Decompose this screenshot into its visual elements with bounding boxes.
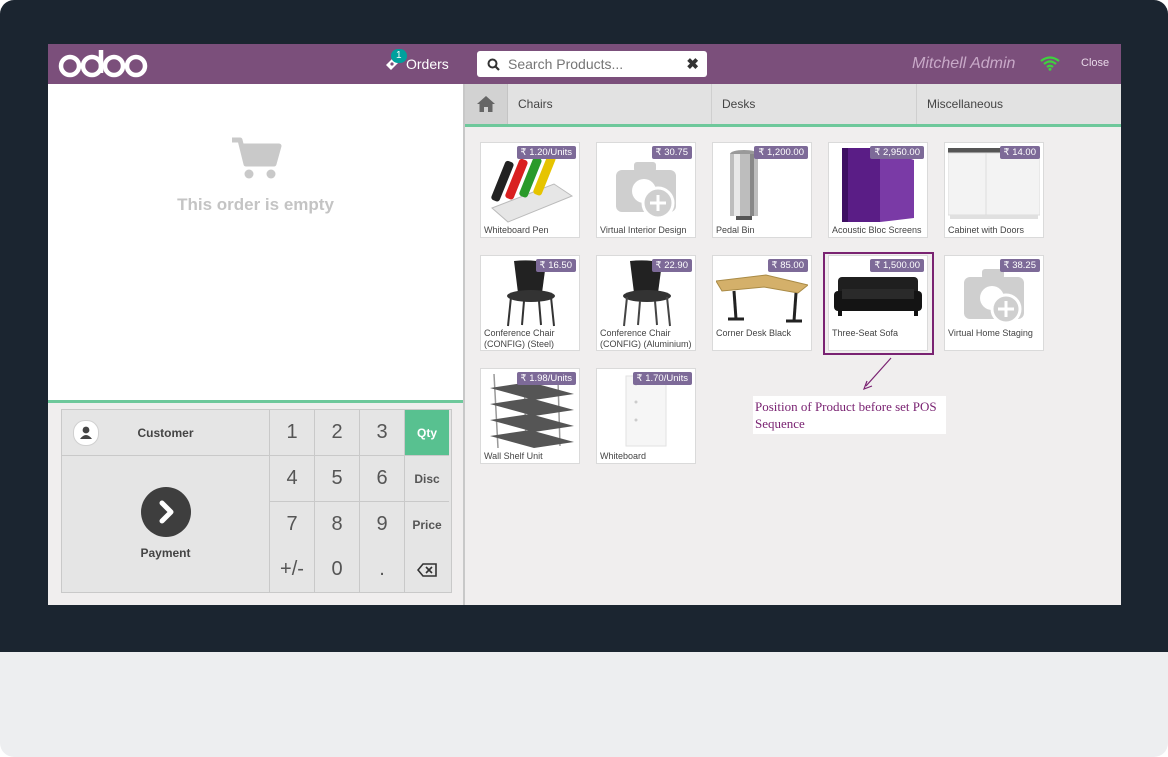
category-miscellaneous[interactable]: Miscellaneous — [917, 84, 1121, 124]
product-conference-chair-steel[interactable]: ₹ 16.50 Conference Chair (CONFIG) (Steel… — [480, 255, 580, 351]
price-tag: ₹ 16.50 — [535, 259, 576, 272]
price-tag: ₹ 1,200.00 — [754, 146, 808, 159]
search-box: ✖ — [477, 51, 707, 77]
orders-button[interactable]: 1 Orders — [384, 49, 449, 76]
product-name: Whiteboard — [600, 451, 647, 461]
product-name: Virtual Home Staging — [948, 328, 1033, 338]
left-pane: This order is empty Customer Payment 1 2… — [48, 84, 465, 605]
product-name: Virtual Interior Design — [600, 225, 687, 235]
product-corner-desk-black[interactable]: ₹ 85.00 Corner Desk Black — [712, 255, 812, 351]
disc-mode-button[interactable]: Disc — [405, 456, 449, 502]
price-tag: ₹ 85.00 — [767, 259, 808, 272]
cart-icon — [231, 137, 281, 179]
orders-count-badge: 1 — [391, 49, 407, 63]
product-wall-shelf-unit[interactable]: ₹ 1.98/Units Wall Shelf Unit — [480, 368, 580, 464]
key-1[interactable]: 1 — [270, 410, 315, 456]
price-tag: ₹ 1.98/Units — [516, 372, 576, 385]
price-tag: ₹ 1.20/Units — [516, 146, 576, 159]
price-tag: ₹ 38.25 — [999, 259, 1040, 272]
ticket-icon: 1 — [384, 49, 407, 72]
product-name: Pedal Bin — [716, 225, 755, 235]
customer-label: Customer — [137, 425, 194, 440]
key-3[interactable]: 3 — [360, 410, 405, 456]
product-name: Wall Shelf Unit — [484, 451, 543, 461]
category-desks[interactable]: Desks — [712, 84, 917, 124]
key-9[interactable]: 9 — [360, 502, 405, 548]
order-panel: This order is empty — [48, 84, 463, 400]
payment-button[interactable]: Payment — [62, 456, 270, 592]
product-cabinet-with-doors[interactable]: ₹ 14.00 Cabinet with Doors — [944, 142, 1044, 238]
backspace-icon — [417, 562, 437, 577]
key-7[interactable]: 7 — [270, 502, 315, 548]
home-icon — [477, 96, 495, 112]
key-0[interactable]: 0 — [315, 547, 360, 592]
orders-label: Orders — [406, 56, 449, 72]
product-name: Conference Chair (CONFIG) (Steel) — [484, 328, 555, 349]
empty-order: This order is empty — [48, 136, 463, 215]
price-mode-button[interactable]: Price — [405, 502, 449, 548]
product-pedal-bin[interactable]: ₹ 1,200.00 Pedal Bin — [712, 142, 812, 238]
category-bar: Chairs Desks Miscellaneous — [465, 84, 1121, 127]
product-pane: Chairs Desks Miscellaneous ₹ 1.20/Units … — [465, 84, 1121, 605]
product-conference-chair-aluminium[interactable]: ₹ 22.90 Conference Chair (CONFIG) (Alumi… — [596, 255, 696, 351]
annotation-note: Position of Product before set POS Seque… — [753, 396, 946, 434]
avatar — [73, 420, 99, 446]
customer-button[interactable]: Customer — [62, 410, 270, 456]
price-tag: ₹ 2,950.00 — [870, 146, 924, 159]
product-name: Acoustic Bloc Screens — [832, 225, 922, 235]
product-whiteboard[interactable]: ₹ 1.70/Units Whiteboard — [596, 368, 696, 464]
key-2[interactable]: 2 — [315, 410, 360, 456]
pos-screen: 1 Orders ✖ Mitchell Admin Close — [48, 44, 1121, 605]
key-8[interactable]: 8 — [315, 502, 360, 548]
product-name: Cabinet with Doors — [948, 225, 1025, 235]
wifi-icon — [1040, 56, 1060, 76]
top-bar: 1 Orders ✖ Mitchell Admin Close — [48, 44, 1121, 84]
key-5[interactable]: 5 — [315, 456, 360, 502]
user-name: Mitchell Admin — [912, 55, 1016, 72]
product-name: Corner Desk Black — [716, 328, 792, 338]
home-category-button[interactable] — [465, 84, 508, 124]
clear-search-icon[interactable]: ✖ — [686, 55, 699, 73]
annotation-arrow-icon — [862, 357, 892, 391]
order-divider — [48, 400, 463, 403]
highlight-box — [823, 252, 934, 355]
payment-label: Payment — [140, 546, 191, 560]
numpad: Customer Payment 1 2 3 Qty 4 5 6 Disc 7 … — [61, 409, 452, 593]
product-virtual-home-staging[interactable]: ₹ 38.25 Virtual Home Staging — [944, 255, 1044, 351]
category-chairs[interactable]: Chairs — [508, 84, 712, 124]
product-name: Whiteboard Pen — [484, 225, 549, 235]
close-button[interactable]: Close — [1081, 57, 1109, 69]
odoo-logo — [58, 50, 148, 78]
product-whiteboard-pen[interactable]: ₹ 1.20/Units Whiteboard Pen — [480, 142, 580, 238]
key-decimal[interactable]: . — [360, 547, 405, 592]
qty-mode-button[interactable]: Qty — [405, 410, 449, 456]
price-tag: ₹ 30.75 — [651, 146, 692, 159]
price-tag: ₹ 14.00 — [999, 146, 1040, 159]
payment-arrow-icon — [141, 487, 191, 537]
search-icon — [487, 58, 500, 71]
price-tag: ₹ 1.70/Units — [632, 372, 692, 385]
empty-order-text: This order is empty — [177, 195, 334, 214]
key-plus-minus[interactable]: +/- — [270, 547, 315, 592]
price-tag: ₹ 22.90 — [651, 259, 692, 272]
key-4[interactable]: 4 — [270, 456, 315, 502]
monitor-stand — [0, 652, 1168, 757]
product-virtual-interior-design[interactable]: ₹ 30.75 Virtual Interior Design — [596, 142, 696, 238]
search-input[interactable] — [506, 55, 680, 73]
backspace-button[interactable] — [405, 547, 449, 592]
key-6[interactable]: 6 — [360, 456, 405, 502]
product-acoustic-bloc-screens[interactable]: ₹ 2,950.00 Acoustic Bloc Screens — [828, 142, 928, 238]
product-name: Conference Chair (CONFIG) (Aluminium) — [600, 328, 692, 349]
